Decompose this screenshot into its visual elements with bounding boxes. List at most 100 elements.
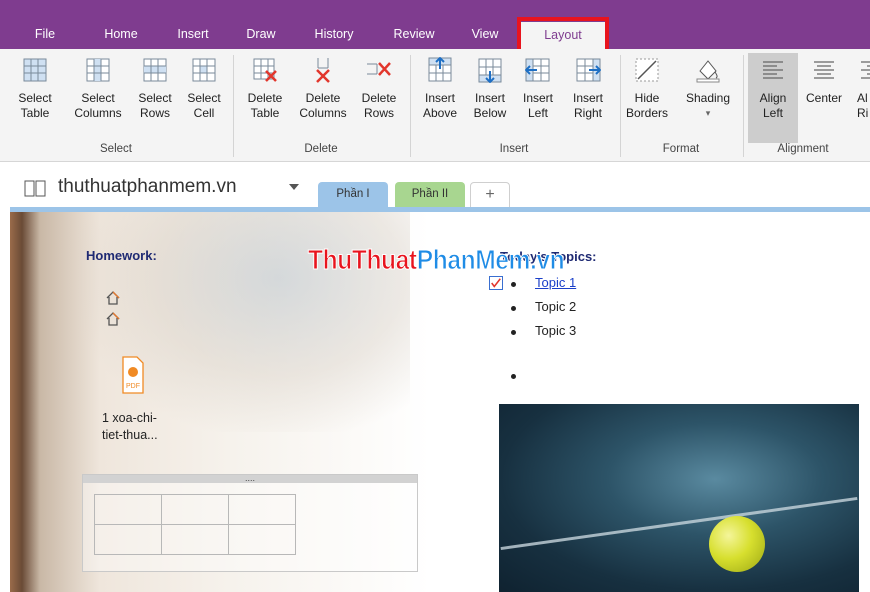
bullet-dot xyxy=(511,282,516,287)
ribbon-layout: Select Table Select Columns Select Rows … xyxy=(0,49,870,162)
insert-left-button[interactable]: Insert Left xyxy=(516,53,560,143)
shading-button[interactable]: Shading ▾ xyxy=(680,53,736,143)
select-columns-icon xyxy=(86,58,110,82)
filename-line: 1 xoa-chi- xyxy=(102,411,157,425)
chevron-down-icon[interactable]: ▾ xyxy=(680,106,736,121)
delete-rows-icon xyxy=(367,62,391,76)
tab-draw[interactable]: Draw xyxy=(234,19,288,49)
button-label: Center xyxy=(805,91,843,105)
notebook-title[interactable]: thuthuatphanmem.vn xyxy=(58,176,237,198)
chevron-down-icon[interactable] xyxy=(289,184,299,190)
note-table-container[interactable]: .... xyxy=(82,474,418,572)
button-label: Left xyxy=(762,106,783,120)
button-label: Delete xyxy=(305,91,341,105)
group-label-select: Select xyxy=(100,143,132,155)
tennis-ball-photo[interactable] xyxy=(499,404,859,592)
button-label: Table xyxy=(20,106,50,120)
bullet-dot xyxy=(511,330,516,335)
tab-home[interactable]: Home xyxy=(92,19,150,49)
align-right-icon xyxy=(861,61,870,79)
delete-rows-button[interactable]: Delete Rows xyxy=(356,53,402,143)
insert-below-icon xyxy=(478,58,502,83)
topic-1-link[interactable]: Topic 1 xyxy=(535,275,576,290)
add-section-button[interactable]: + xyxy=(470,182,510,209)
align-left-icon xyxy=(763,61,783,79)
button-label: Al xyxy=(857,91,868,105)
tab-layout[interactable]: Layout xyxy=(521,22,605,49)
group-divider xyxy=(410,55,411,157)
pdf-icon-label: PDF xyxy=(126,383,140,390)
tab-history[interactable]: History xyxy=(302,19,366,49)
watermark-part: ThuThuat xyxy=(308,244,418,276)
select-table-button[interactable]: Select Table xyxy=(6,53,64,143)
insert-above-icon xyxy=(428,57,452,82)
tennis-ball xyxy=(709,516,765,572)
homework-heading: Homework: xyxy=(86,248,157,263)
tab-file[interactable]: File xyxy=(22,19,68,49)
align-center-icon xyxy=(814,61,834,79)
button-label: Insert xyxy=(522,91,553,105)
filename-line: tiet-thua... xyxy=(102,428,158,442)
align-center-button[interactable]: Center xyxy=(800,53,848,143)
select-columns-button[interactable]: Select Columns xyxy=(66,53,130,143)
insert-below-button[interactable]: Insert Below xyxy=(466,53,514,143)
home-icon[interactable] xyxy=(106,312,120,326)
hide-borders-icon xyxy=(635,58,659,82)
ribbon-tab-bar: File Home Insert Draw History Review Vie… xyxy=(0,0,870,49)
group-divider xyxy=(233,55,234,157)
select-cell-button[interactable]: Select Cell xyxy=(182,53,226,143)
align-left-button[interactable]: Align Left xyxy=(748,53,798,143)
delete-columns-icon xyxy=(316,58,330,83)
home-icon[interactable] xyxy=(106,291,120,305)
shading-icon xyxy=(696,60,720,83)
button-label: Left xyxy=(527,106,548,120)
table-cell[interactable] xyxy=(228,524,296,555)
select-rows-icon xyxy=(143,58,167,82)
watermark-part: PhanMem.vn xyxy=(416,244,565,276)
select-rows-button[interactable]: Select Rows xyxy=(132,53,178,143)
table-drag-handle[interactable]: .... xyxy=(83,474,417,483)
delete-table-button[interactable]: Delete Table xyxy=(240,53,290,143)
button-label: Hide xyxy=(634,91,660,105)
button-label: Below xyxy=(473,106,507,120)
button-label: Above xyxy=(422,106,458,120)
insert-right-icon xyxy=(576,58,601,82)
button-label: Ri xyxy=(857,106,869,120)
button-label: Table xyxy=(250,106,280,120)
court-line xyxy=(500,496,858,551)
note-table[interactable] xyxy=(94,494,296,555)
notebook-icon[interactable] xyxy=(24,179,46,197)
table-cell[interactable] xyxy=(161,524,229,555)
table-cell[interactable] xyxy=(161,494,229,525)
button-label: Columns xyxy=(299,106,347,120)
group-label-delete: Delete xyxy=(304,143,338,155)
insert-right-button[interactable]: Insert Right xyxy=(564,53,612,143)
bullet-dot xyxy=(511,374,516,379)
tab-insert[interactable]: Insert xyxy=(166,19,220,49)
pdf-file-icon[interactable]: PDF xyxy=(122,356,144,394)
button-label: Borders xyxy=(626,106,669,120)
align-right-button[interactable]: Al Ri xyxy=(848,53,870,143)
todo-checkbox[interactable] xyxy=(489,276,503,290)
section-tab-phan-1[interactable]: Phần I xyxy=(318,182,388,209)
tab-view[interactable]: View xyxy=(458,19,512,49)
group-label-format: Format xyxy=(662,143,700,155)
attachment-filename[interactable]: 1 xoa-chi- tiet-thua... xyxy=(102,410,158,444)
insert-above-button[interactable]: Insert Above xyxy=(416,53,464,143)
button-label: Insert xyxy=(572,91,603,105)
bullet-dot xyxy=(511,306,516,311)
tab-review[interactable]: Review xyxy=(384,19,444,49)
table-cell[interactable] xyxy=(94,494,162,525)
button-label: Right xyxy=(573,106,602,120)
button-label: Align xyxy=(759,91,787,105)
select-cell-icon xyxy=(192,58,216,82)
button-label: Select xyxy=(138,91,172,105)
table-cell[interactable] xyxy=(94,524,162,555)
section-tab-phan-2[interactable]: Phần II xyxy=(395,182,465,209)
delete-columns-button[interactable]: Delete Columns xyxy=(292,53,354,143)
insert-left-icon xyxy=(525,58,550,82)
hide-borders-button[interactable]: Hide Borders xyxy=(626,53,668,143)
table-cell[interactable] xyxy=(228,494,296,525)
button-label: Shading xyxy=(685,91,731,105)
select-table-icon xyxy=(23,58,47,82)
